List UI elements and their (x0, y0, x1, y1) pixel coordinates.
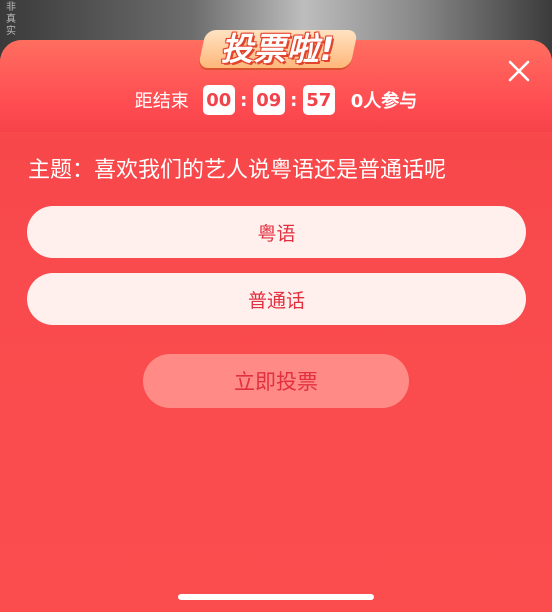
countdown-label: 距结束 (134, 91, 189, 112)
countdown-row: 距结束 00 : 09 : 57 0人参与 (0, 84, 552, 116)
countdown-seconds: 57 (302, 85, 335, 115)
close-icon (508, 60, 530, 82)
vote-option-cantonese[interactable]: 粤语 (27, 206, 526, 258)
countdown-minutes: 09 (252, 85, 285, 115)
vote-now-button[interactable]: 立即投票 (143, 354, 409, 408)
vote-title-badge: 投票啦! (196, 22, 360, 72)
watermark-text: 非真实 (6, 2, 16, 37)
participant-count: 0人参与 (350, 91, 418, 112)
countdown-hours: 00 (202, 85, 235, 115)
vote-title: 投票啦! (220, 30, 336, 68)
vote-now-label: 立即投票 (234, 370, 318, 394)
vote-topic: 主题：喜欢我们的艺人说粤语还是普通话呢 (28, 158, 447, 183)
home-indicator[interactable] (178, 594, 374, 600)
close-button[interactable] (506, 58, 532, 84)
countdown-colon: : (240, 89, 248, 111)
vote-option-label: 普通话 (247, 289, 305, 312)
countdown-colon: : (290, 89, 298, 111)
vote-option-label: 粤语 (257, 222, 296, 245)
vote-panel: 距结束 00 : 09 : 57 0人参与 主题：喜欢我们的艺人说粤语还是普通话… (0, 40, 552, 612)
vote-option-mandarin[interactable]: 普通话 (27, 273, 526, 325)
